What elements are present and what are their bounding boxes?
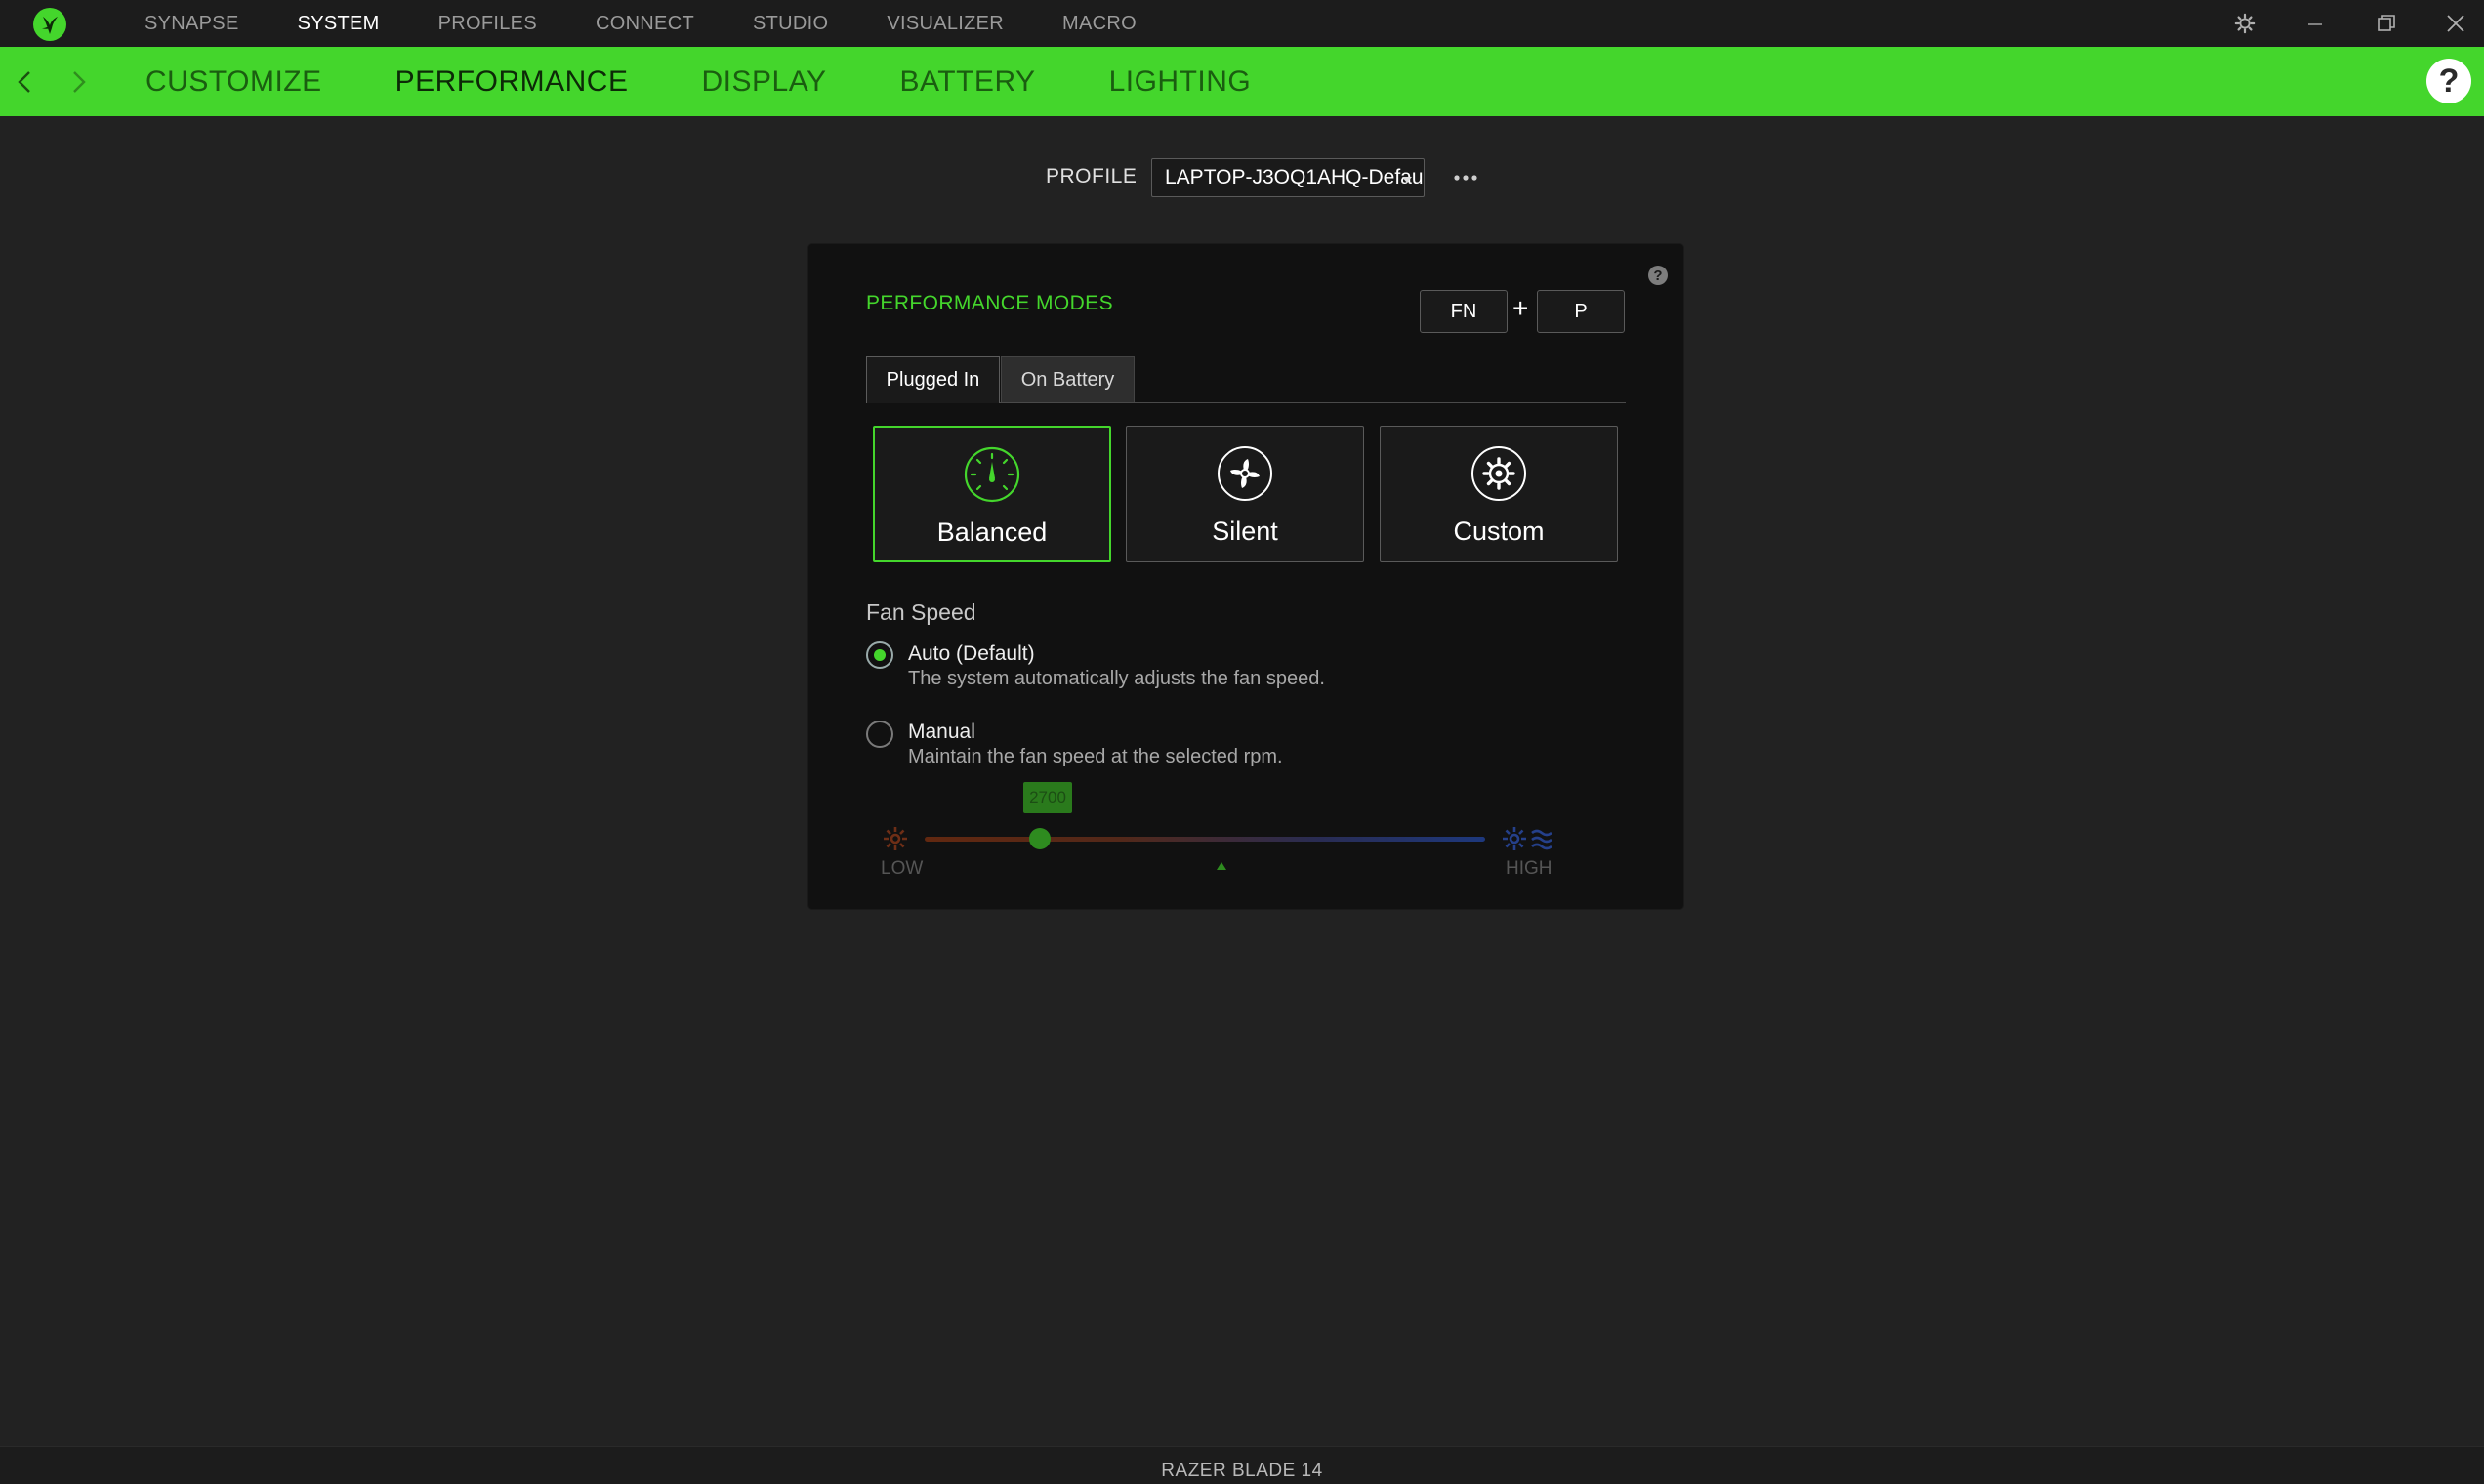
device-name: RAZER BLADE 14 — [1161, 1461, 1323, 1481]
fan-icon — [1218, 446, 1272, 501]
help-button[interactable]: ? — [2426, 59, 2471, 103]
slider-high-label: HIGH — [1506, 858, 1552, 879]
nav-system[interactable]: SYSTEM — [298, 13, 380, 35]
mode-silent-button[interactable]: Silent — [1126, 426, 1364, 562]
tab-plugged-in[interactable]: Plugged In — [866, 356, 1000, 403]
minimize-button[interactable] — [2291, 0, 2339, 47]
performance-modes-title: PERFORMANCE MODES — [866, 292, 1113, 314]
tab-divider — [1000, 402, 1626, 403]
nav-connect[interactable]: CONNECT — [596, 13, 694, 35]
fan-speed-slider: 2700 LOW HIGH — [872, 779, 1567, 886]
nav-synapse[interactable]: SYNAPSE — [145, 13, 239, 35]
nav-profiles[interactable]: PROFILES — [438, 13, 537, 35]
card-help-icon[interactable]: ? — [1648, 266, 1668, 285]
sub-tabs: CUSTOMIZE PERFORMANCE DISPLAY BATTERY LI… — [145, 47, 1324, 116]
profile-label: PROFILE — [1046, 165, 1138, 187]
sub-nav-bar: CUSTOMIZE PERFORMANCE DISPLAY BATTERY LI… — [0, 47, 2484, 116]
fan-manual-radio[interactable] — [866, 721, 893, 748]
nav-studio[interactable]: STUDIO — [753, 13, 828, 35]
tab-customize[interactable]: CUSTOMIZE — [145, 65, 322, 99]
high-fan-icon — [1503, 827, 1552, 850]
mode-balanced-label: Balanced — [936, 517, 1048, 547]
tab-on-battery[interactable]: On Battery — [1001, 356, 1135, 403]
fan-manual-title: Manual — [908, 721, 975, 743]
tab-battery[interactable]: BATTERY — [899, 65, 1035, 99]
top-menu-bar: SYNAPSE SYSTEM PROFILES CONNECT STUDIO V… — [0, 0, 2484, 48]
shortcut-plus: + — [1512, 293, 1529, 323]
tab-display[interactable]: DISPLAY — [701, 65, 826, 99]
footer-bar: RAZER BLADE 14 — [0, 1446, 2484, 1484]
restore-icon — [2378, 15, 2395, 31]
fan-speed-title: Fan Speed — [866, 599, 976, 625]
minimize-icon — [2308, 23, 2322, 25]
tab-performance[interactable]: PERFORMANCE — [395, 65, 629, 99]
forward-arrow-icon[interactable] — [64, 66, 94, 98]
fan-auto-radio[interactable] — [866, 641, 893, 669]
slider-thumb[interactable] — [1029, 828, 1051, 849]
nav-visualizer[interactable]: VISUALIZER — [887, 13, 1004, 35]
mode-balanced-button[interactable]: Balanced — [873, 426, 1111, 562]
fan-auto-description: The system automatically adjusts the fan… — [908, 668, 1325, 689]
razer-logo-icon[interactable] — [32, 7, 67, 42]
slider-default-marker — [1217, 862, 1226, 870]
close-icon — [2447, 15, 2464, 32]
settings-button[interactable] — [2220, 0, 2269, 47]
slider-track[interactable] — [925, 837, 1485, 842]
mode-silent-label: Silent — [1212, 516, 1278, 546]
fan-manual-description: Maintain the fan speed at the selected r… — [908, 746, 1283, 767]
profile-dropdown-value: LAPTOP-J3OQ1AHQ-Default — [1165, 166, 1425, 188]
speedometer-icon — [964, 446, 1020, 503]
close-button[interactable] — [2431, 0, 2480, 47]
slider-value-tooltip: 2700 — [1023, 782, 1072, 813]
chevron-down-icon — [1402, 177, 1412, 183]
fn-keycap: FN — [1420, 290, 1508, 333]
profile-dropdown[interactable]: LAPTOP-J3OQ1AHQ-Default — [1151, 158, 1425, 197]
nav-macro[interactable]: MACRO — [1062, 13, 1137, 35]
more-options-icon[interactable] — [1451, 164, 1480, 191]
low-fan-icon — [884, 827, 907, 850]
fan-auto-title: Auto (Default) — [908, 642, 1035, 665]
gear-icon — [1471, 446, 1526, 501]
top-nav: SYNAPSE SYSTEM PROFILES CONNECT STUDIO V… — [145, 0, 1195, 47]
slider-low-label: LOW — [881, 858, 924, 879]
settings-gear-icon — [2234, 13, 2256, 34]
mode-custom-label: Custom — [1453, 516, 1545, 546]
p-keycap: P — [1537, 290, 1625, 333]
tab-lighting[interactable]: LIGHTING — [1109, 65, 1252, 99]
back-arrow-icon[interactable] — [10, 66, 39, 98]
restore-button[interactable] — [2362, 0, 2411, 47]
mode-custom-button[interactable]: Custom — [1380, 426, 1618, 562]
